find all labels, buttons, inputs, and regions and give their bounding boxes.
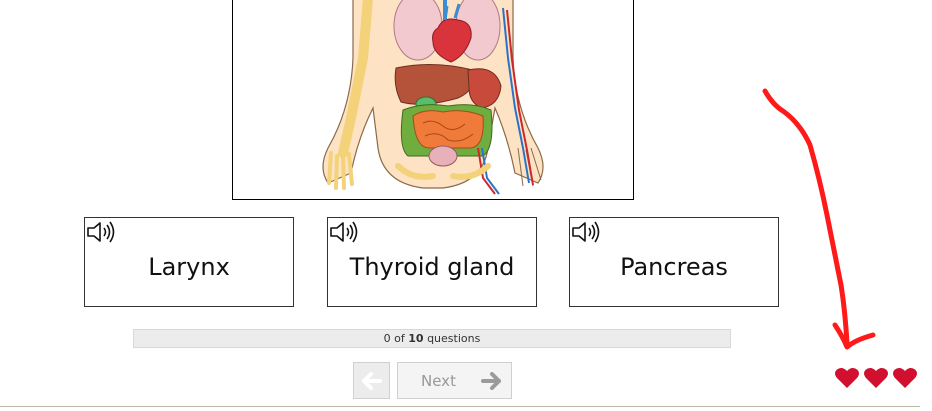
- arrow-left-icon: [362, 372, 382, 390]
- progress-bar: 0 of 10 questions: [133, 329, 731, 348]
- anatomy-illustration: [232, 0, 634, 200]
- arrow-right-icon: [481, 372, 501, 390]
- quiz-stage: Larynx Thyroid gland Pancreas 0 of 10 qu…: [0, 0, 932, 411]
- progress-total: 10: [408, 332, 424, 345]
- answer-card-thyroid-gland[interactable]: Thyroid gland: [327, 217, 537, 307]
- progress-text: 0 of 10 questions: [134, 332, 730, 345]
- heart-icon: [864, 368, 888, 388]
- heart-icon: [835, 368, 859, 388]
- speaker-icon[interactable]: [86, 220, 118, 244]
- heart-icon: [893, 368, 917, 388]
- human-body-organs-image: [322, 0, 544, 195]
- hand-drawn-arrow-icon: [762, 88, 876, 350]
- next-button-label: Next: [421, 372, 456, 390]
- answer-label: Thyroid gland: [349, 253, 515, 281]
- footer-divider: [0, 406, 920, 407]
- answer-label: Larynx: [148, 253, 230, 281]
- lives-indicator: [834, 366, 918, 390]
- progress-current: 0: [383, 332, 391, 345]
- speaker-icon[interactable]: [329, 220, 361, 244]
- progress-of: of: [394, 332, 405, 345]
- speaker-icon[interactable]: [571, 220, 603, 244]
- answer-card-larynx[interactable]: Larynx: [84, 217, 294, 307]
- answer-card-pancreas[interactable]: Pancreas: [569, 217, 779, 307]
- previous-button[interactable]: [353, 362, 390, 399]
- next-button[interactable]: Next: [397, 362, 512, 399]
- progress-unit: questions: [427, 332, 481, 345]
- answer-label: Pancreas: [620, 253, 728, 281]
